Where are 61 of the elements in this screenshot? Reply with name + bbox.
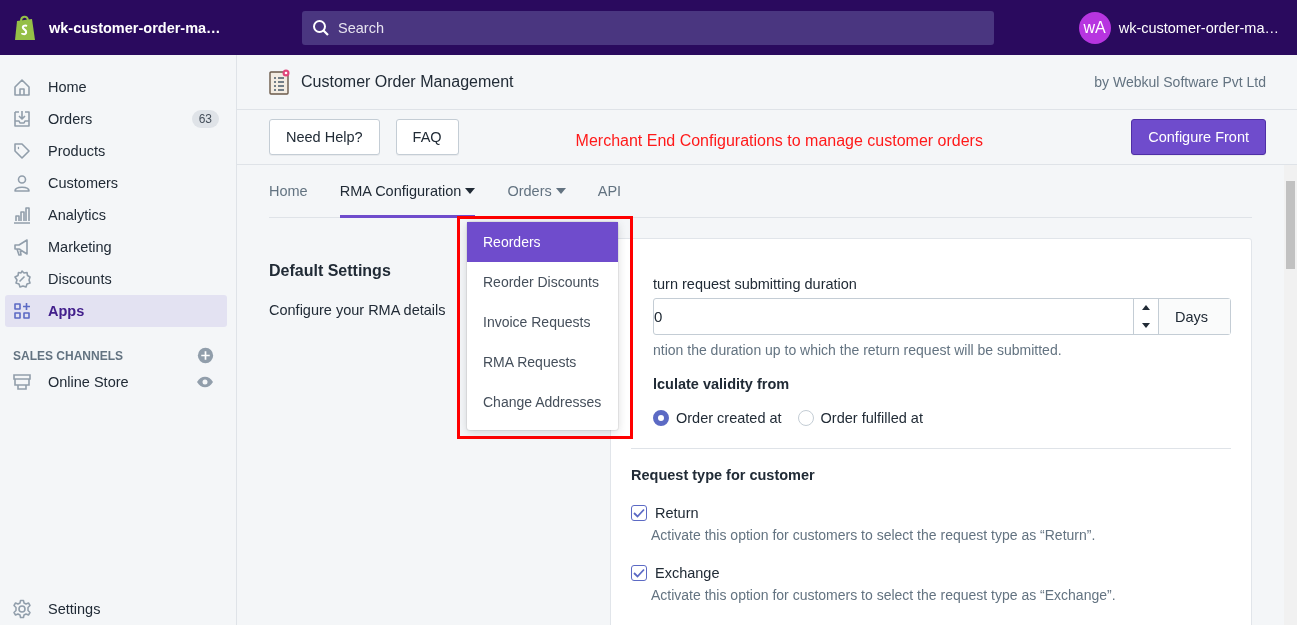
shopping-bag-icon: [13, 13, 37, 42]
search-field[interactable]: Search: [302, 10, 994, 45]
menu-item[interactable]: Reorder Discounts: [467, 262, 618, 302]
home-icon: [12, 77, 32, 97]
configure-front-button[interactable]: Configure Front: [1131, 119, 1266, 155]
checkbox[interactable]: [631, 505, 647, 521]
sidebar-item[interactable]: Products: [5, 135, 227, 167]
sidebar-item[interactable]: Online Store: [5, 366, 227, 398]
radio-button[interactable]: [653, 410, 669, 426]
field-label: turn request submitting duration: [653, 276, 858, 292]
nav-tab[interactable]: RMA Configuration: [339, 165, 476, 218]
checkbox-label: Return: [655, 505, 699, 521]
menu-item[interactable]: Invoice Requests: [467, 302, 618, 342]
sidebar-item[interactable]: Customers: [5, 167, 227, 199]
settings-icon: [12, 599, 32, 619]
add-icon[interactable]: [197, 347, 214, 364]
menu-item[interactable]: Change Addresses: [467, 382, 618, 422]
sidebar-item[interactable]: Marketing: [5, 231, 227, 263]
toolbar-button[interactable]: FAQ: [395, 119, 459, 155]
sidebar-item[interactable]: Discounts: [5, 263, 227, 295]
sidebar-item[interactable]: Home: [5, 71, 227, 103]
store-name[interactable]: wk-customer-order-ma…: [49, 19, 221, 36]
percent-badge-icon: [12, 269, 32, 289]
avatar[interactable]: wA: [1078, 11, 1111, 44]
option-description: Activate this option for customers to select the request type as “Return”.: [651, 527, 1097, 543]
sidebar-item[interactable]: Orders 63: [5, 103, 227, 135]
toolbar-button[interactable]: Need Help?: [269, 119, 380, 155]
field-label: lculate validity from: [653, 376, 791, 392]
section-heading: SALES CHANNELS: [13, 348, 123, 363]
option-description: Activate this option for customers to select the request type as “Exchange”.: [651, 587, 1117, 603]
count-badge: 63: [191, 110, 219, 128]
tray-icon: [12, 109, 32, 129]
eye-icon[interactable]: [196, 376, 214, 388]
sidebar-item[interactable]: Settings: [5, 593, 227, 625]
search-icon: [312, 18, 330, 37]
group-title: Request type for customer: [631, 467, 816, 483]
checkbox[interactable]: [631, 565, 647, 581]
annotation-note: Merchant End Configurations to manage customer orders: [575, 132, 983, 150]
help-text: ntion the duration up to which the return request will be submitted.: [653, 342, 1063, 358]
checkbox-label: Exchange: [655, 565, 720, 581]
radio-label: Order fulfilled at: [820, 410, 923, 426]
nav-tab[interactable]: Orders: [507, 165, 566, 218]
menu-item[interactable]: Reorders: [467, 222, 618, 262]
scrollbar[interactable]: [1284, 165, 1297, 625]
section-description: Configure your RMA details: [269, 302, 447, 318]
menu-item[interactable]: RMA Requests: [467, 342, 618, 382]
nav-tab[interactable]: Home: [269, 165, 308, 218]
bar-chart-icon: [12, 205, 32, 225]
tag-icon: [12, 141, 32, 161]
person-icon: [12, 173, 32, 193]
clipboard-icon: [269, 69, 291, 95]
section-title: Default Settings: [269, 262, 392, 280]
storefront-icon: [12, 372, 32, 392]
sidebar-item[interactable]: Analytics: [5, 199, 227, 231]
app-title: Customer Order Management: [301, 73, 514, 91]
grid-plus-icon: [12, 301, 32, 321]
vendor-credit: by Webkul Software Pvt Ltd: [1094, 74, 1266, 90]
nav-tab[interactable]: API: [597, 165, 622, 218]
account-name[interactable]: wk-customer-order-ma…: [1118, 19, 1279, 36]
radio-label: Order created at: [676, 410, 782, 426]
sidebar-item[interactable]: Apps: [5, 295, 227, 327]
